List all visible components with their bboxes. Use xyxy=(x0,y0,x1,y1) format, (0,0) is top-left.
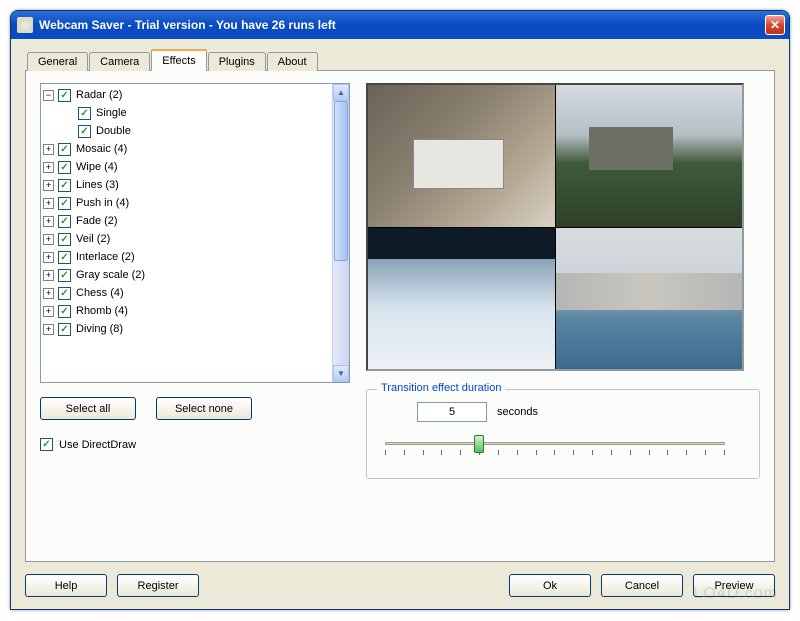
tree-item-label: Lines (3) xyxy=(75,179,119,191)
cancel-button[interactable]: Cancel xyxy=(601,574,683,597)
tree-row[interactable]: + ✓ Veil (2) xyxy=(43,230,330,248)
tree-row[interactable]: + ✓ Interlace (2) xyxy=(43,248,330,266)
app-icon: ◎ xyxy=(17,17,33,33)
tree-checkbox[interactable]: ✓ xyxy=(58,143,71,156)
duration-slider[interactable] xyxy=(385,436,725,462)
effects-tree[interactable]: −✓Radar (2)✓Single✓Double+✓Mosaic (4)+✓W… xyxy=(40,83,350,383)
tree-checkbox[interactable]: ✓ xyxy=(58,179,71,192)
tree-item-label: Radar (2) xyxy=(75,89,122,101)
tree-item-label: Double xyxy=(95,125,131,137)
expand-icon[interactable]: + xyxy=(43,144,54,155)
register-button[interactable]: Register xyxy=(117,574,199,597)
tab-general[interactable]: General xyxy=(27,52,88,71)
tab-camera[interactable]: Camera xyxy=(89,52,150,71)
expand-icon[interactable]: + xyxy=(43,252,54,263)
preview-button[interactable]: Preview xyxy=(693,574,775,597)
tree-item-label: Push in (4) xyxy=(75,197,129,209)
tree-scrollbar[interactable]: ▲ ▼ xyxy=(332,84,349,382)
tree-checkbox[interactable]: ✓ xyxy=(58,89,71,102)
preview-pane xyxy=(366,83,744,371)
tree-row[interactable]: + ✓ Push in (4) xyxy=(43,194,330,212)
expand-icon[interactable]: + xyxy=(43,270,54,281)
tree-checkbox[interactable]: ✓ xyxy=(58,161,71,174)
collapse-icon[interactable]: − xyxy=(43,90,54,101)
window: ◎ Webcam Saver - Trial version - You hav… xyxy=(10,10,790,610)
tree-item-label: Single xyxy=(95,107,127,119)
use-directdraw-checkbox[interactable]: ✓ xyxy=(40,438,53,451)
tree-row[interactable]: + ✓ Rhomb (4) xyxy=(43,302,330,320)
tree-checkbox[interactable]: ✓ xyxy=(58,215,71,228)
tree-checkbox[interactable]: ✓ xyxy=(58,233,71,246)
tree-row[interactable]: + ✓ Fade (2) xyxy=(43,212,330,230)
tree-checkbox[interactable]: ✓ xyxy=(78,107,91,120)
tree-checkbox[interactable]: ✓ xyxy=(58,269,71,282)
expand-icon[interactable]: + xyxy=(43,162,54,173)
tree-row[interactable]: + ✓ Lines (3) xyxy=(43,176,330,194)
help-button[interactable]: Help xyxy=(25,574,107,597)
tab-plugins[interactable]: Plugins xyxy=(208,52,266,71)
expand-icon[interactable]: + xyxy=(43,180,54,191)
tree-row[interactable]: + ✓ Mosaic (4) xyxy=(43,140,330,158)
tree-checkbox[interactable]: ✓ xyxy=(58,197,71,210)
transition-legend: Transition effect duration xyxy=(377,382,505,394)
tree-checkbox[interactable]: ✓ xyxy=(58,251,71,264)
tree-row[interactable]: + ✓ Diving (8) xyxy=(43,320,330,338)
select-all-button[interactable]: Select all xyxy=(40,397,136,420)
tree-row[interactable]: −✓ Radar (2) xyxy=(43,86,330,104)
webcam-quadrant-2 xyxy=(556,85,743,227)
tree-item-label: Wipe (4) xyxy=(75,161,118,173)
dialog-button-row: Help Register Ok Cancel Preview xyxy=(25,562,775,597)
expand-icon[interactable]: + xyxy=(43,216,54,227)
slider-ticks xyxy=(385,450,725,455)
tab-strip: General Camera Effects Plugins About xyxy=(25,49,775,71)
duration-input[interactable] xyxy=(417,402,487,422)
tree-row[interactable]: ✓ Double xyxy=(43,122,330,140)
scroll-thumb[interactable] xyxy=(334,101,348,261)
tree-item-label: Diving (8) xyxy=(75,323,123,335)
tree-item-label: Chess (4) xyxy=(75,287,124,299)
tree-item-label: Fade (2) xyxy=(75,215,118,227)
titlebar: ◎ Webcam Saver - Trial version - You hav… xyxy=(11,11,789,39)
tree-spacer xyxy=(63,126,74,137)
scroll-down-button[interactable]: ▼ xyxy=(333,365,349,382)
tree-item-label: Rhomb (4) xyxy=(75,305,128,317)
close-button[interactable]: ✕ xyxy=(765,15,785,35)
webcam-quadrant-3 xyxy=(368,228,555,370)
tree-item-label: Veil (2) xyxy=(75,233,110,245)
tab-effects[interactable]: Effects xyxy=(151,49,206,71)
tree-spacer xyxy=(63,108,74,119)
tree-checkbox[interactable]: ✓ xyxy=(58,305,71,318)
expand-icon[interactable]: + xyxy=(43,306,54,317)
tree-item-label: Gray scale (2) xyxy=(75,269,145,281)
scroll-up-button[interactable]: ▲ xyxy=(333,84,349,101)
scroll-track[interactable] xyxy=(333,101,349,365)
tree-checkbox[interactable]: ✓ xyxy=(58,323,71,336)
webcam-quadrant-4 xyxy=(556,228,743,370)
select-none-button[interactable]: Select none xyxy=(156,397,252,420)
tree-checkbox[interactable]: ✓ xyxy=(78,125,91,138)
close-icon: ✕ xyxy=(770,18,780,32)
tree-checkbox[interactable]: ✓ xyxy=(58,287,71,300)
tree-item-label: Interlace (2) xyxy=(75,251,135,263)
slider-thumb[interactable] xyxy=(474,435,484,453)
tab-about[interactable]: About xyxy=(267,52,318,71)
use-directdraw-label: Use DirectDraw xyxy=(59,439,136,451)
expand-icon[interactable]: + xyxy=(43,324,54,335)
tree-row[interactable]: ✓ Single xyxy=(43,104,330,122)
duration-unit-label: seconds xyxy=(497,406,538,418)
expand-icon[interactable]: + xyxy=(43,198,54,209)
tree-item-label: Mosaic (4) xyxy=(75,143,127,155)
expand-icon[interactable]: + xyxy=(43,234,54,245)
tree-row[interactable]: + ✓ Gray scale (2) xyxy=(43,266,330,284)
transition-duration-group: Transition effect duration seconds xyxy=(366,389,760,479)
webcam-quadrant-1 xyxy=(368,85,555,227)
tree-row[interactable]: + ✓ Chess (4) xyxy=(43,284,330,302)
expand-icon[interactable]: + xyxy=(43,288,54,299)
ok-button[interactable]: Ok xyxy=(509,574,591,597)
tab-panel-effects: −✓Radar (2)✓Single✓Double+✓Mosaic (4)+✓W… xyxy=(25,70,775,562)
tree-row[interactable]: + ✓ Wipe (4) xyxy=(43,158,330,176)
slider-track xyxy=(385,442,725,445)
client-area: General Camera Effects Plugins About −✓R… xyxy=(11,39,789,609)
window-title: Webcam Saver - Trial version - You have … xyxy=(39,18,765,32)
